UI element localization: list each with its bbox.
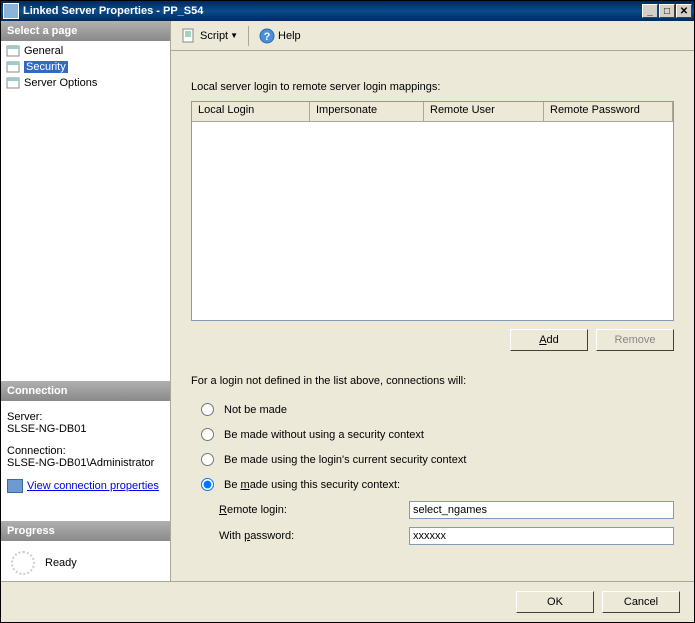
radio-current-security-context[interactable]: Be made using the login's current securi… <box>201 453 674 466</box>
mappings-label: Local server login to remote server logi… <box>191 81 674 93</box>
progress-spinner-icon <box>11 551 35 575</box>
help-button[interactable]: ? Help <box>255 26 305 46</box>
dropdown-arrow-icon: ▼ <box>230 31 238 40</box>
minimize-button[interactable]: _ <box>642 4 658 18</box>
connection-panel: Server: SLSE-NG-DB01 Connection: SLSE-NG… <box>1 401 170 521</box>
app-icon <box>3 3 19 19</box>
radio-this-security-context[interactable]: Be made using this security context: <box>201 478 674 491</box>
progress-panel: Ready <box>1 541 170 581</box>
page-icon <box>5 60 21 74</box>
connection-label: Connection: <box>7 445 164 457</box>
view-connection-properties-link[interactable]: View connection properties <box>27 480 159 492</box>
radio-no-security-context[interactable]: Be made without using a security context <box>201 428 674 441</box>
page-item-security[interactable]: Security <box>3 59 168 75</box>
window-title: Linked Server Properties - PP_S54 <box>23 5 642 17</box>
title-bar: Linked Server Properties - PP_S54 _ □ ✕ <box>1 1 694 21</box>
mappings-grid[interactable]: Local Login Impersonate Remote User Remo… <box>191 101 674 321</box>
remote-login-input[interactable] <box>409 501 674 519</box>
col-remote-user[interactable]: Remote User <box>424 102 544 122</box>
with-password-input[interactable] <box>409 527 674 545</box>
cancel-button[interactable]: Cancel <box>602 591 680 613</box>
svg-text:?: ? <box>264 31 271 43</box>
separator <box>248 26 249 46</box>
page-icon <box>5 44 21 58</box>
connection-value: SLSE-NG-DB01\Administrator <box>7 457 164 469</box>
dialog-buttons: OK Cancel <box>1 582 694 622</box>
maximize-button[interactable]: □ <box>659 4 675 18</box>
progress-status: Ready <box>45 557 77 569</box>
toolbar: Script ▼ ? Help <box>171 21 694 51</box>
server-label: Server: <box>7 411 164 423</box>
close-button[interactable]: ✕ <box>676 4 692 18</box>
col-impersonate[interactable]: Impersonate <box>310 102 424 122</box>
page-icon <box>5 76 21 90</box>
select-page-header: Select a page <box>1 21 170 41</box>
page-list: General Security Server Options <box>1 41 170 381</box>
ok-button[interactable]: OK <box>516 591 594 613</box>
col-local-login[interactable]: Local Login <box>192 102 310 122</box>
radio-not-be-made[interactable]: Not be made <box>201 403 674 416</box>
undefined-login-label: For a login not defined in the list abov… <box>191 375 674 387</box>
script-icon <box>181 28 197 44</box>
script-button[interactable]: Script ▼ <box>177 26 242 46</box>
page-item-server-options[interactable]: Server Options <box>3 75 168 91</box>
remove-button: Remove <box>596 329 674 351</box>
page-item-general[interactable]: General <box>3 43 168 59</box>
col-remote-password[interactable]: Remote Password <box>544 102 673 122</box>
add-button[interactable]: Add <box>510 329 588 351</box>
properties-icon <box>7 479 23 493</box>
server-value: SLSE-NG-DB01 <box>7 423 164 435</box>
remote-login-label: Remote login: <box>219 504 409 516</box>
connection-header: Connection <box>1 381 170 401</box>
grid-header: Local Login Impersonate Remote User Remo… <box>192 102 673 122</box>
with-password-label: With password: <box>219 530 409 542</box>
progress-header: Progress <box>1 521 170 541</box>
help-icon: ? <box>259 28 275 44</box>
